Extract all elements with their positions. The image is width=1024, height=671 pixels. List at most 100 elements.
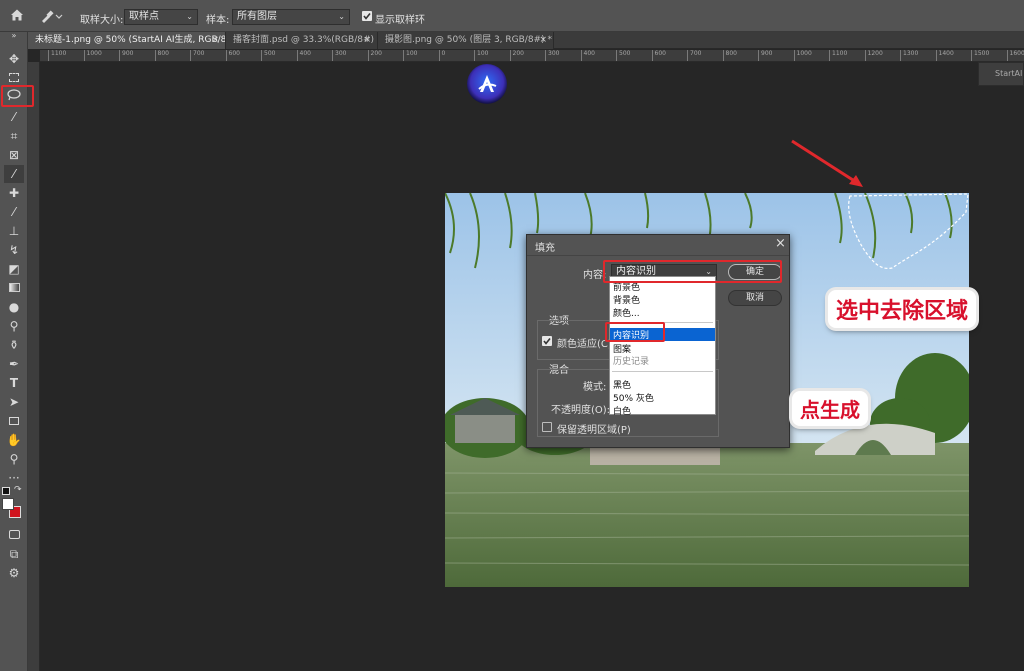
ruler-tick: 200 (367, 50, 382, 61)
magic-wand-tool-icon[interactable]: ⁄ (4, 108, 24, 126)
show-ring-checkbox[interactable] (362, 11, 372, 21)
ruler-tick: 1100 (829, 50, 847, 61)
preserve-transparency-checkbox[interactable] (542, 422, 552, 432)
highlight-content-select (603, 260, 782, 283)
swap-colors-icon[interactable]: ↷ (14, 485, 22, 495)
frame-tool-icon[interactable]: ⊠ (4, 146, 24, 164)
show-ring-label: 显示取样环 (375, 15, 425, 26)
healing-brush-tool-icon[interactable]: ✚ (4, 184, 24, 202)
ruler-tick: 1400 (935, 50, 954, 61)
blur-tool-icon[interactable]: ● (4, 298, 24, 316)
sample-value: 所有图层 (237, 11, 277, 22)
menu-item-gray[interactable]: 50% 灰色 (613, 391, 654, 404)
plugin-icon[interactable]: ⚙ (4, 564, 24, 582)
close-icon[interactable]: × (775, 236, 786, 251)
ruler-tick: 1100 (48, 50, 66, 61)
tab-podcast-cover[interactable]: 播客封面.psd @ 33.3%(RGB/8#) * × (226, 32, 378, 49)
sample-size-label: 取样大小: (80, 15, 124, 26)
ruler-tick: 900 (758, 50, 772, 61)
close-icon[interactable]: × (211, 32, 219, 48)
dodge-tool-icon[interactable]: ⚲ (4, 317, 24, 335)
ruler-tick: 500 (616, 50, 630, 61)
ruler-tick: 1300 (900, 50, 918, 61)
ruler-tick: 1000 (793, 50, 812, 61)
ruler-tick: 300 (545, 50, 559, 61)
dialog-divider (527, 255, 789, 256)
ruler-tick: 900 (119, 50, 133, 61)
cancel-button[interactable]: 取消 (728, 290, 782, 306)
highlight-lasso-tool (1, 85, 34, 107)
callout-click-generate: 点生成 (792, 391, 868, 426)
ruler-tick: 1600 (1006, 50, 1024, 61)
tab-label: 未标题-1.png @ 50% (StartAI AI生成, RGB/8) * (35, 35, 226, 45)
crop-tool-icon[interactable]: ⌗ (4, 127, 24, 145)
move-tool-icon[interactable]: ✥ (4, 50, 24, 68)
screen-mode-icon[interactable]: ⧉ (4, 545, 24, 563)
home-icon[interactable] (10, 8, 24, 22)
ruler-tick: 1500 (971, 50, 989, 61)
zoom-tool-icon[interactable]: ⚲ (4, 450, 24, 468)
color-adapt-checkbox[interactable] (542, 336, 552, 346)
brush-tool-icon[interactable]: ⁄ (4, 203, 24, 221)
vertical-ruler (28, 62, 40, 671)
ruler-tick: 600 (651, 50, 666, 61)
ruler-tick: 400 (580, 50, 595, 61)
close-icon[interactable]: × (363, 32, 371, 48)
opacity-label: 不透明度(O): (551, 405, 611, 416)
sample-select[interactable]: 所有图层 ⌄ (232, 9, 350, 25)
dialog-title: 填充 (535, 243, 555, 254)
hand-tool-icon[interactable]: ✋ (4, 431, 24, 449)
ruler-tick: 600 (225, 50, 240, 61)
eyedropper-tool-preset-icon[interactable] (40, 9, 64, 23)
chevron-down-icon: ⌄ (186, 12, 193, 21)
smudge-tool-icon[interactable]: ⚱ (4, 336, 24, 354)
quick-mask-icon[interactable] (4, 526, 24, 544)
eyedropper-tool-icon[interactable]: ⁄ (4, 165, 24, 183)
callout-click-generate-text: 点生成 (800, 398, 860, 422)
ruler-tick: 800 (154, 50, 169, 61)
tab-untitled-1[interactable]: 未标题-1.png @ 50% (StartAI AI生成, RGB/8) * … (28, 32, 226, 49)
callout-select-area: 选中去除区域 (828, 290, 977, 328)
gradient-tool-icon[interactable] (4, 279, 24, 297)
mode-label: 模式: (583, 382, 607, 393)
sample-size-select[interactable]: 取样点 ⌄ (124, 9, 198, 25)
tab-label: 摄影图.png @ 50% (图层 3, RGB/8#) * (385, 35, 552, 45)
tab-photo[interactable]: 摄影图.png @ 50% (图层 3, RGB/8#) * × (378, 32, 554, 49)
clone-stamp-tool-icon[interactable]: ⊥ (4, 222, 24, 240)
startai-panel-label: StartAI (995, 69, 1023, 78)
ruler-tick: 100 (403, 50, 417, 61)
chevron-down-icon: ⌄ (338, 12, 345, 21)
document-tab-bar: 未标题-1.png @ 50% (StartAI AI生成, RGB/8) * … (28, 32, 1024, 49)
foreground-color-swatch[interactable] (2, 498, 14, 510)
menu-item-history: 历史记录 (613, 357, 650, 367)
menu-item-background[interactable]: 背景色 (613, 293, 640, 306)
ruler-tick: 300 (332, 50, 346, 61)
close-icon[interactable]: × (539, 32, 547, 48)
tools-panel: » ✥ ⁄ ⌗ ⊠ ⁄ ✚ ⁄ ⊥ ↯ ◩ ● ⚲ ⚱ ✒ T ➤ ✋ ⚲ ··… (0, 32, 28, 671)
menu-item-color[interactable]: 颜色... (613, 306, 640, 319)
annotation-arrow (791, 139, 863, 187)
ruler-tick: 0 (438, 50, 445, 61)
ruler-tick: 800 (722, 50, 737, 61)
callout-select-area-text: 选中去除区域 (836, 299, 969, 324)
menu-item-black[interactable]: 黑色 (613, 378, 631, 391)
menu-item-white[interactable]: 白色 (613, 404, 631, 417)
rectangle-tool-icon[interactable] (4, 412, 24, 430)
startai-logo (467, 64, 507, 104)
path-selection-tool-icon[interactable]: ➤ (4, 393, 24, 411)
highlight-content-aware-item (605, 322, 665, 342)
startai-panel-tab[interactable]: StartAI (978, 62, 1024, 86)
preserve-transparency-label: 保留透明区域(P) (557, 425, 631, 436)
type-tool-icon[interactable]: T (4, 374, 24, 392)
ruler-tick: 500 (261, 50, 275, 61)
ruler-tick: 700 (190, 50, 204, 61)
ruler-tick: 700 (687, 50, 701, 61)
history-brush-tool-icon[interactable]: ↯ (4, 241, 24, 259)
pen-tool-icon[interactable]: ✒ (4, 355, 24, 373)
eraser-tool-icon[interactable]: ◩ (4, 260, 24, 278)
default-colors-icon[interactable] (2, 487, 10, 495)
collapse-arrows-icon[interactable]: » (4, 32, 24, 42)
ruler-tick: 1000 (83, 50, 102, 61)
sample-label: 样本: (206, 15, 230, 26)
ruler-tick: 400 (296, 50, 311, 61)
